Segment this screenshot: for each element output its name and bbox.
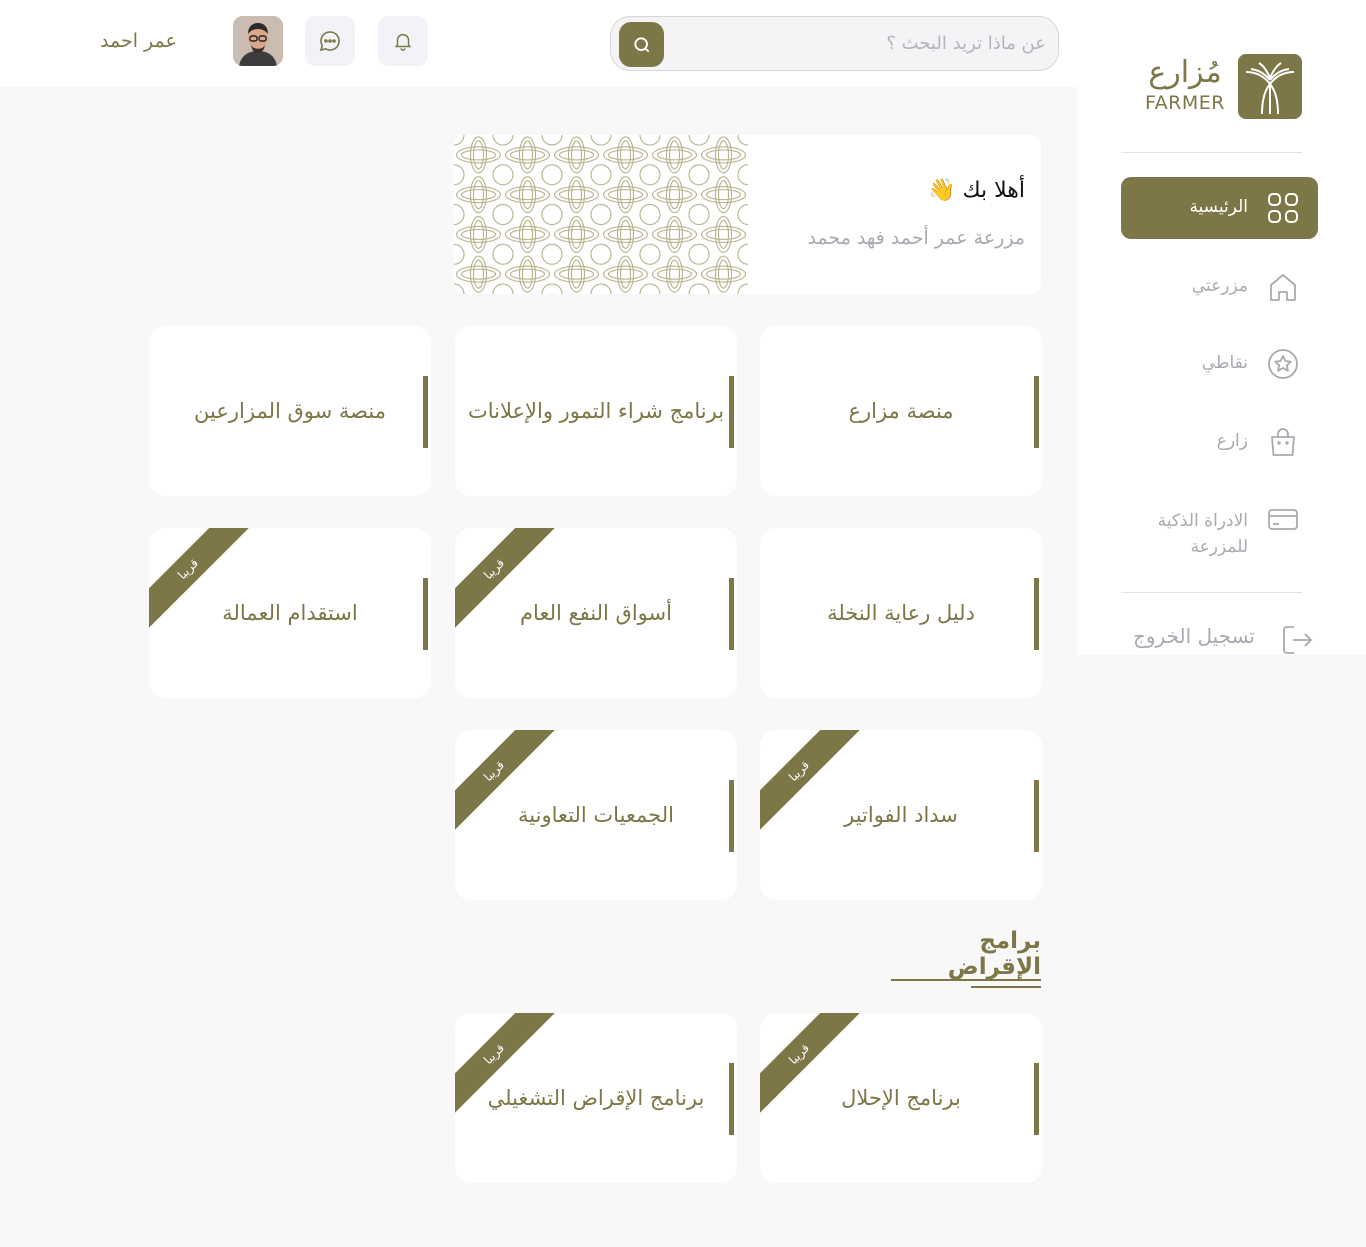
- search-bar: [610, 16, 1059, 71]
- loan-label: برنامج الإحلال: [841, 1086, 961, 1110]
- sidebar-divider: [1121, 592, 1302, 593]
- service-label: دليل رعاية النخلة: [827, 601, 975, 625]
- search-input[interactable]: [676, 25, 1046, 62]
- service-card[interactable]: برنامج شراء التمور والإعلانات: [455, 326, 737, 496]
- service-card[interactable]: سداد الفواتير قريبا: [760, 730, 1042, 900]
- bell-icon: [394, 33, 412, 51]
- shopping-bag-icon: [1271, 428, 1295, 456]
- sidebar-item-label: نقاطي: [1201, 353, 1248, 373]
- messages-button[interactable]: [305, 16, 355, 66]
- service-label: سداد الفواتير: [844, 803, 958, 827]
- service-label: برنامج شراء التمور والإعلانات: [467, 399, 725, 423]
- sidebar-item-zaraa[interactable]: زارع: [1121, 411, 1318, 473]
- service-label: منصة مزارع: [848, 399, 954, 423]
- sidebar-item-my-farm[interactable]: مزرعتي: [1121, 256, 1318, 318]
- service-label: أسواق النفع العام: [520, 601, 672, 625]
- brand-name-en: FARMER: [1145, 92, 1225, 114]
- section-underline: [891, 979, 1041, 981]
- sidebar-item-home[interactable]: الرئيسية: [1121, 177, 1318, 239]
- service-card[interactable]: منصة مزارع: [760, 326, 1042, 496]
- star-icon: [1268, 349, 1298, 379]
- service-card[interactable]: أسواق النفع العام قريبا: [455, 528, 737, 698]
- sidebar-item-smart-management[interactable]: الادراة الذكية للمزرعة: [1121, 502, 1318, 564]
- home-icon: [1270, 274, 1296, 301]
- sidebar-item-label: الادراة الذكية للمزرعة: [1157, 511, 1248, 557]
- section-title-loans: برامج الإقراض: [947, 928, 1041, 980]
- card-icon: [1268, 509, 1298, 530]
- farm-name: مزرعة عمر أحمد فهد محمد: [807, 227, 1025, 249]
- service-card[interactable]: الجمعيات التعاونية قريبا: [455, 730, 737, 900]
- service-card[interactable]: دليل رعاية النخلة: [760, 528, 1042, 698]
- avatar[interactable]: [233, 16, 283, 66]
- service-card[interactable]: استقدام العمالة قريبا: [149, 528, 431, 698]
- sidebar-item-points[interactable]: نقاطي: [1121, 333, 1318, 395]
- decorative-pattern: [454, 135, 748, 294]
- loan-label: برنامج الإقراض التشغيلي: [487, 1086, 705, 1110]
- service-label: الجمعيات التعاونية: [518, 803, 674, 827]
- chat-icon: [319, 31, 340, 52]
- search-icon: [633, 36, 649, 52]
- welcome-title: أهلا بك 👋: [928, 178, 1025, 203]
- sidebar-divider: [1121, 152, 1302, 153]
- sidebar-item-label: مزرعتي: [1191, 276, 1248, 296]
- service-label: منصة سوق المزارعين: [194, 399, 386, 423]
- service-label: استقدام العمالة: [222, 601, 358, 625]
- loan-card[interactable]: برنامج الإقراض التشغيلي قريبا: [455, 1013, 737, 1183]
- section-underline: [971, 986, 1041, 988]
- sidebar-item-label: زارع: [1216, 431, 1248, 451]
- service-card[interactable]: منصة سوق المزارعين: [149, 326, 431, 496]
- user-name: عمر احمد: [100, 30, 177, 52]
- notifications-button[interactable]: [378, 16, 428, 66]
- logout-icon: [1283, 626, 1313, 654]
- logout-label: تسجيل الخروج: [1132, 624, 1255, 648]
- loan-card[interactable]: برنامج الإحلال قريبا: [760, 1013, 1042, 1183]
- search-button[interactable]: [619, 22, 664, 67]
- logo-mark-icon: [1238, 54, 1302, 119]
- welcome-card: أهلا بك 👋 مزرعة عمر أحمد فهد محمد: [454, 135, 1041, 294]
- grid-icon: [1268, 193, 1298, 223]
- logout-button[interactable]: تسجيل الخروج: [1110, 620, 1315, 660]
- brand-name-ar: مُزارع: [1148, 55, 1222, 90]
- sidebar-item-label: الرئيسية: [1189, 197, 1248, 217]
- brand-logo[interactable]: مُزارع FARMER: [1140, 54, 1302, 120]
